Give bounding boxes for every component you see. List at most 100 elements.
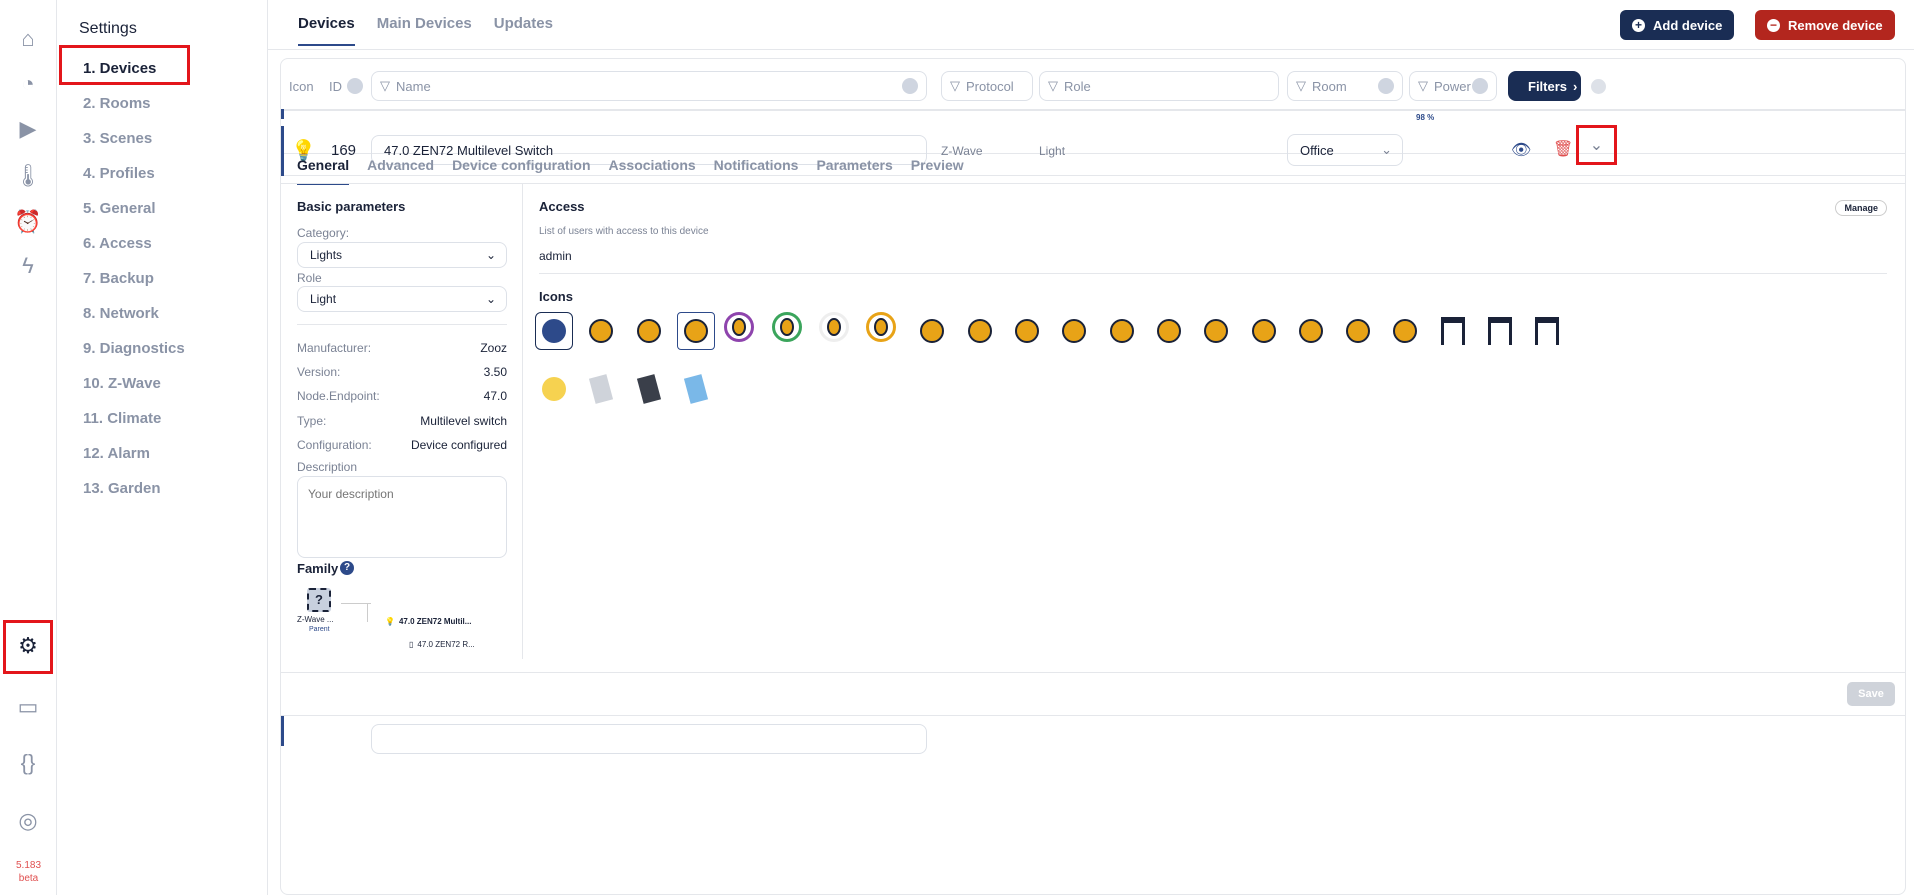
child-device[interactable]: 💡 47.0 ZEN72 Multil... [385, 617, 471, 626]
power-value: 98 % [1416, 113, 1435, 122]
terminal-icon[interactable]: ▭ [14, 693, 42, 721]
device-icon-option[interactable] [818, 312, 849, 342]
detail-tab-associations[interactable]: Associations [609, 157, 696, 185]
bolt-icon[interactable]: ϟ [14, 252, 42, 280]
sort-icon[interactable] [1472, 78, 1488, 94]
support-icon[interactable]: ◎ [14, 807, 42, 835]
device-name-input[interactable] [371, 724, 927, 754]
device-icon [1156, 319, 1181, 343]
tab-main-devices[interactable]: Main Devices [377, 15, 472, 46]
settings-item-profiles[interactable]: 4. Profiles [83, 165, 155, 182]
minus-icon: − [1767, 18, 1780, 32]
protocol-filter[interactable]: ▽ Protocol [941, 71, 1033, 101]
help-icon[interactable]: ? [340, 561, 354, 575]
table-row-next[interactable] [281, 715, 1905, 754]
history-icon[interactable]: ◔ [14, 70, 42, 98]
room-select[interactable]: Office ⌄ [1287, 134, 1403, 166]
device-icon [1393, 319, 1418, 343]
device-icon-option[interactable] [1055, 312, 1093, 350]
eye-icon[interactable]: 👁 [1511, 140, 1531, 160]
detail-tab-parameters[interactable]: Parameters [816, 157, 892, 185]
device-icon-option[interactable] [724, 312, 755, 342]
device-icon-option[interactable] [582, 312, 620, 350]
settings-item-network[interactable]: 8. Network [83, 305, 159, 322]
room-filter[interactable]: ▽ Room [1287, 71, 1403, 101]
remove-device-button[interactable]: − Remove device [1755, 10, 1895, 40]
detail-tab-device-configuration[interactable]: Device configuration [452, 157, 590, 185]
device-icon-option[interactable] [1245, 312, 1283, 350]
save-button[interactable]: Save [1847, 682, 1895, 706]
device-icon-option[interactable] [630, 370, 668, 408]
device-icon-option[interactable] [1434, 312, 1472, 350]
device-icon-option[interactable] [771, 312, 802, 342]
description-label: Description [297, 460, 358, 474]
role-filter[interactable]: ▽ Role [1039, 71, 1279, 101]
device-icon-option[interactable] [1386, 312, 1424, 350]
settings-item-general[interactable]: 5. General [83, 200, 156, 217]
device-icon-option[interactable] [1528, 312, 1566, 350]
device-icon-option[interactable] [961, 312, 999, 350]
device-icon-option[interactable] [1197, 312, 1235, 350]
home-icon[interactable]: ⌂ [14, 25, 42, 53]
settings-item-scenes[interactable]: 3. Scenes [83, 130, 152, 147]
device-icon-option[interactable] [866, 312, 897, 342]
settings-item-diagnostics[interactable]: 9. Diagnostics [83, 340, 185, 357]
settings-item-backup[interactable]: 7. Backup [83, 270, 154, 287]
device-icon-option[interactable] [1292, 312, 1330, 350]
role-label: Role [297, 271, 322, 285]
description-input[interactable] [297, 476, 507, 558]
device-icon-option[interactable] [535, 370, 573, 408]
manage-button[interactable]: Manage [1835, 200, 1887, 216]
detail-tab-preview[interactable]: Preview [911, 157, 964, 185]
api-icon[interactable]: {} [14, 749, 42, 777]
expand-row-button[interactable]: ⌄ [1576, 125, 1617, 165]
settings-item-climate[interactable]: 11. Climate [83, 410, 161, 427]
settings-item-devices[interactable]: 1. Devices [83, 60, 156, 77]
sort-icon[interactable] [1378, 78, 1394, 94]
version: 5.183 [15, 860, 42, 871]
detail-tab-general[interactable]: General [297, 157, 350, 185]
sort-icon[interactable] [347, 78, 363, 94]
device-icon-option[interactable] [1481, 312, 1519, 350]
sort-icon[interactable] [902, 78, 918, 94]
role-select[interactable]: Light ⌄ [297, 286, 507, 312]
gear-icon[interactable]: ⚙ [14, 632, 42, 660]
filters-button[interactable]: Filters › [1508, 71, 1581, 101]
device-icon-option[interactable] [677, 370, 715, 408]
trash-icon[interactable]: 🗑 [1553, 139, 1573, 159]
alarm-icon[interactable]: ⏰ [14, 208, 42, 236]
device-icon-option[interactable] [1008, 312, 1046, 350]
device-icon-option[interactable] [913, 312, 951, 350]
clear-filters-icon[interactable] [1591, 79, 1606, 94]
detail-tab-notifications[interactable]: Notifications [714, 157, 799, 185]
child-device[interactable]: ▯ 47.0 ZEN72 R... [409, 640, 475, 649]
device-icon [1251, 319, 1276, 343]
name-filter[interactable]: ▽ Name [371, 71, 927, 101]
settings-item-alarm[interactable]: 12. Alarm [83, 445, 150, 462]
category-select[interactable]: Lights ⌄ [297, 242, 507, 268]
device-icon-option[interactable] [630, 312, 668, 350]
detail-tab-advanced[interactable]: Advanced [367, 157, 434, 185]
device-icon-option[interactable] [1150, 312, 1188, 350]
device-icon-option[interactable] [582, 370, 620, 408]
add-device-button[interactable]: + Add device [1620, 10, 1735, 40]
room-filter-placeholder: Room [1312, 78, 1347, 94]
device-icon-option[interactable] [676, 312, 715, 350]
device-icon [1015, 319, 1039, 343]
play-icon[interactable]: ▶ [14, 115, 42, 143]
tab-devices[interactable]: Devices [298, 15, 355, 46]
family-title: Family [297, 561, 339, 576]
settings-item-zwave[interactable]: 10. Z-Wave [83, 375, 161, 392]
device-icon-option[interactable] [1339, 312, 1377, 350]
power-filter[interactable]: ▽ Power [1409, 71, 1497, 101]
device-icon [1062, 319, 1087, 343]
tab-updates[interactable]: Updates [494, 15, 553, 46]
thermometer-icon[interactable]: 🌡 [14, 162, 42, 190]
column-id[interactable]: ID [329, 79, 342, 94]
settings-item-access[interactable]: 6. Access [83, 235, 152, 252]
device-icon-option[interactable] [1103, 312, 1141, 350]
settings-item-garden[interactable]: 13. Garden [83, 480, 161, 497]
parent-name: Z-Wave ... [297, 615, 334, 624]
add-icon-button[interactable] [535, 312, 573, 350]
settings-item-rooms[interactable]: 2. Rooms [83, 95, 151, 112]
